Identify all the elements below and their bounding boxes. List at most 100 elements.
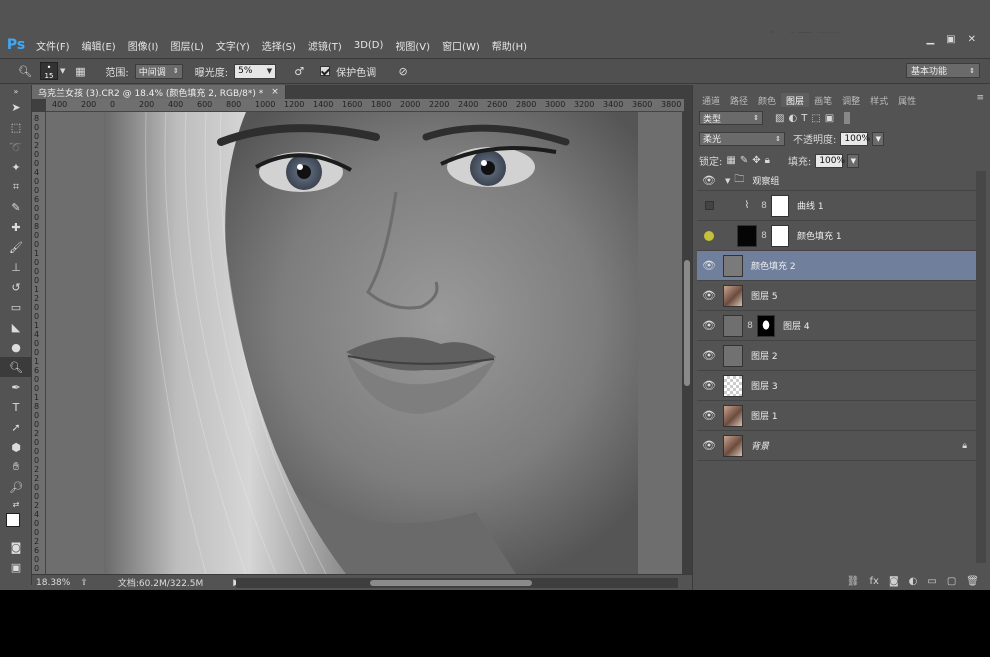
- brush-size-picker[interactable]: • 15 ▼: [40, 62, 65, 80]
- layer-thumbnail[interactable]: [737, 224, 757, 247]
- menu-view[interactable]: 视图(V): [389, 38, 436, 53]
- new-layer-icon[interactable]: ▢: [947, 576, 956, 587]
- filter-smart-object-icon[interactable]: ▣: [825, 113, 834, 124]
- healing-brush-tool-icon[interactable]: ✚: [0, 217, 32, 237]
- zoom-tool-preset-icon[interactable]: 🔍︎: [16, 62, 34, 80]
- layer-row[interactable]: ⌇ 8 曲线 1: [697, 191, 977, 221]
- layer-row[interactable]: 👁︎ 8 图层 4: [697, 311, 977, 341]
- menu-help[interactable]: 帮助(H): [486, 38, 533, 53]
- layer-thumbnail[interactable]: [723, 254, 743, 277]
- layer-row[interactable]: 8 颜色填充 1: [697, 221, 977, 251]
- foreground-color[interactable]: [6, 513, 20, 527]
- hand-tool-icon[interactable]: ✋︎: [0, 457, 32, 477]
- layer-row[interactable]: 👁︎ 图层 2: [697, 341, 977, 371]
- filter-kind-select[interactable]: 类型 ⇕: [699, 111, 763, 125]
- panel-tab[interactable]: 颜色: [753, 93, 781, 107]
- layer-row[interactable]: 👁︎ 颜色填充 2: [697, 251, 977, 281]
- lasso-tool-icon[interactable]: ➰: [0, 137, 32, 157]
- pressure-size-icon[interactable]: ⊘: [394, 62, 412, 80]
- eye-icon[interactable]: 👁︎: [697, 349, 721, 362]
- mask-link-icon[interactable]: 8: [759, 199, 769, 213]
- layer-name[interactable]: 图层 1: [751, 409, 778, 422]
- layer-name[interactable]: 图层 4: [783, 319, 810, 332]
- eye-icon[interactable]: 👁︎: [697, 439, 721, 452]
- lock-paint-icon[interactable]: ✎: [740, 155, 748, 166]
- layer-thumbnail[interactable]: [723, 434, 743, 457]
- mask-link-icon[interactable]: 8: [759, 229, 769, 243]
- protect-tones-checkbox[interactable]: [320, 66, 331, 76]
- range-select[interactable]: 中间调 ⇕: [134, 63, 183, 79]
- layers-scrollbar[interactable]: [976, 171, 986, 563]
- dodge-tool-icon[interactable]: ●: [0, 337, 32, 357]
- close-icon[interactable]: ✕: [968, 34, 976, 45]
- horizontal-scrollbar[interactable]: [236, 578, 678, 588]
- menu-filter[interactable]: 滤镜(T): [302, 38, 348, 53]
- exposure-input[interactable]: 5% ▼: [234, 63, 277, 79]
- panel-tab[interactable]: 属性: [893, 93, 921, 107]
- close-tab-icon[interactable]: ×: [271, 87, 279, 97]
- menu-type[interactable]: 文字(Y): [210, 38, 256, 53]
- layer-thumbnail[interactable]: [723, 374, 743, 397]
- panel-menu-icon[interactable]: ≡: [976, 93, 984, 103]
- layer-mask-thumbnail[interactable]: [757, 314, 775, 337]
- blend-mode-select[interactable]: 柔光 ⇕: [699, 131, 785, 146]
- document-tab[interactable]: 乌克兰女孩 (3).CR2 @ 18.4% (颜色填充 2, RGB/8*) *…: [32, 85, 286, 99]
- magic-wand-tool-icon[interactable]: ✦: [0, 157, 32, 177]
- panel-tab[interactable]: 通道: [697, 93, 725, 107]
- panel-tab[interactable]: 路径: [725, 93, 753, 107]
- chevron-down-icon[interactable]: ▼: [60, 67, 65, 75]
- menu-select[interactable]: 选择(S): [256, 38, 302, 53]
- visibility-toggle-icon[interactable]: [697, 230, 721, 241]
- history-brush-tool-icon[interactable]: ↺: [0, 277, 32, 297]
- layer-row[interactable]: 👁︎ 图层 3: [697, 371, 977, 401]
- vertical-scrollbar[interactable]: [682, 112, 692, 574]
- workspace-select[interactable]: 基本功能 ⇕: [906, 63, 980, 78]
- layer-name[interactable]: 图层 3: [751, 379, 778, 392]
- layer-mask-thumbnail[interactable]: [771, 224, 789, 247]
- mask-link-icon[interactable]: 8: [745, 319, 755, 333]
- filter-type-icon[interactable]: T: [801, 113, 807, 124]
- lock-all-icon[interactable]: 🔒︎: [765, 155, 770, 166]
- menu-3d[interactable]: 3D(D): [348, 40, 390, 51]
- panel-tab[interactable]: 画笔: [809, 93, 837, 107]
- minimize-icon[interactable]: ▁: [926, 34, 934, 45]
- crop-tool-icon[interactable]: ⌗: [0, 177, 32, 197]
- lock-transparent-icon[interactable]: ▦: [726, 155, 735, 166]
- layer-thumbnail[interactable]: [723, 284, 743, 307]
- layer-row[interactable]: 👁︎ 背景 🔒︎: [697, 431, 977, 461]
- filter-adjustment-icon[interactable]: ◐: [788, 113, 797, 124]
- panel-tab[interactable]: 样式: [865, 93, 893, 107]
- layer-thumbnail[interactable]: [723, 404, 743, 427]
- image-canvas[interactable]: [46, 112, 684, 574]
- layer-name[interactable]: 背景: [751, 439, 769, 452]
- type-tool-icon[interactable]: T: [0, 397, 32, 417]
- airbrush-icon[interactable]: ♂: [290, 62, 308, 80]
- opacity-dropdown[interactable]: ▼: [872, 131, 885, 146]
- sponge-tool-icon[interactable]: 🔍︎: [0, 357, 32, 377]
- pen-tool-icon[interactable]: ✒: [0, 377, 32, 397]
- horizontal-scroll-thumb[interactable]: [370, 580, 532, 586]
- restore-icon[interactable]: ▣: [946, 34, 955, 45]
- eye-icon[interactable]: 👁︎: [697, 409, 721, 422]
- brush-preview-icon[interactable]: • 15: [40, 62, 58, 80]
- menu-edit[interactable]: 编辑(E): [76, 38, 122, 53]
- adjustment-layer-icon[interactable]: ◐: [909, 576, 918, 587]
- eye-icon[interactable]: 👁︎: [697, 174, 721, 187]
- paint-bucket-tool-icon[interactable]: ◣: [0, 317, 32, 337]
- move-tool-icon[interactable]: ➤: [0, 97, 32, 117]
- layer-thumbnail[interactable]: ⌇: [737, 194, 757, 217]
- link-layers-icon[interactable]: ⛓: [847, 576, 860, 587]
- color-swatches[interactable]: [0, 511, 32, 537]
- fx-icon[interactable]: fx: [870, 576, 879, 587]
- eye-icon[interactable]: 👁︎: [697, 289, 721, 302]
- filter-shape-icon[interactable]: ⬚: [811, 113, 820, 124]
- shape-tool-icon[interactable]: ⬢: [0, 437, 32, 457]
- lock-position-icon[interactable]: ✥: [752, 155, 760, 166]
- fill-input[interactable]: 100%: [815, 153, 845, 168]
- opacity-input[interactable]: 100%: [840, 131, 870, 146]
- layer-name[interactable]: 观察组: [752, 174, 779, 187]
- new-group-icon[interactable]: ▭: [927, 576, 936, 587]
- marquee-tool-icon[interactable]: ⬚: [0, 117, 32, 137]
- clone-stamp-tool-icon[interactable]: ⊥: [0, 257, 32, 277]
- eraser-tool-icon[interactable]: ▭: [0, 297, 32, 317]
